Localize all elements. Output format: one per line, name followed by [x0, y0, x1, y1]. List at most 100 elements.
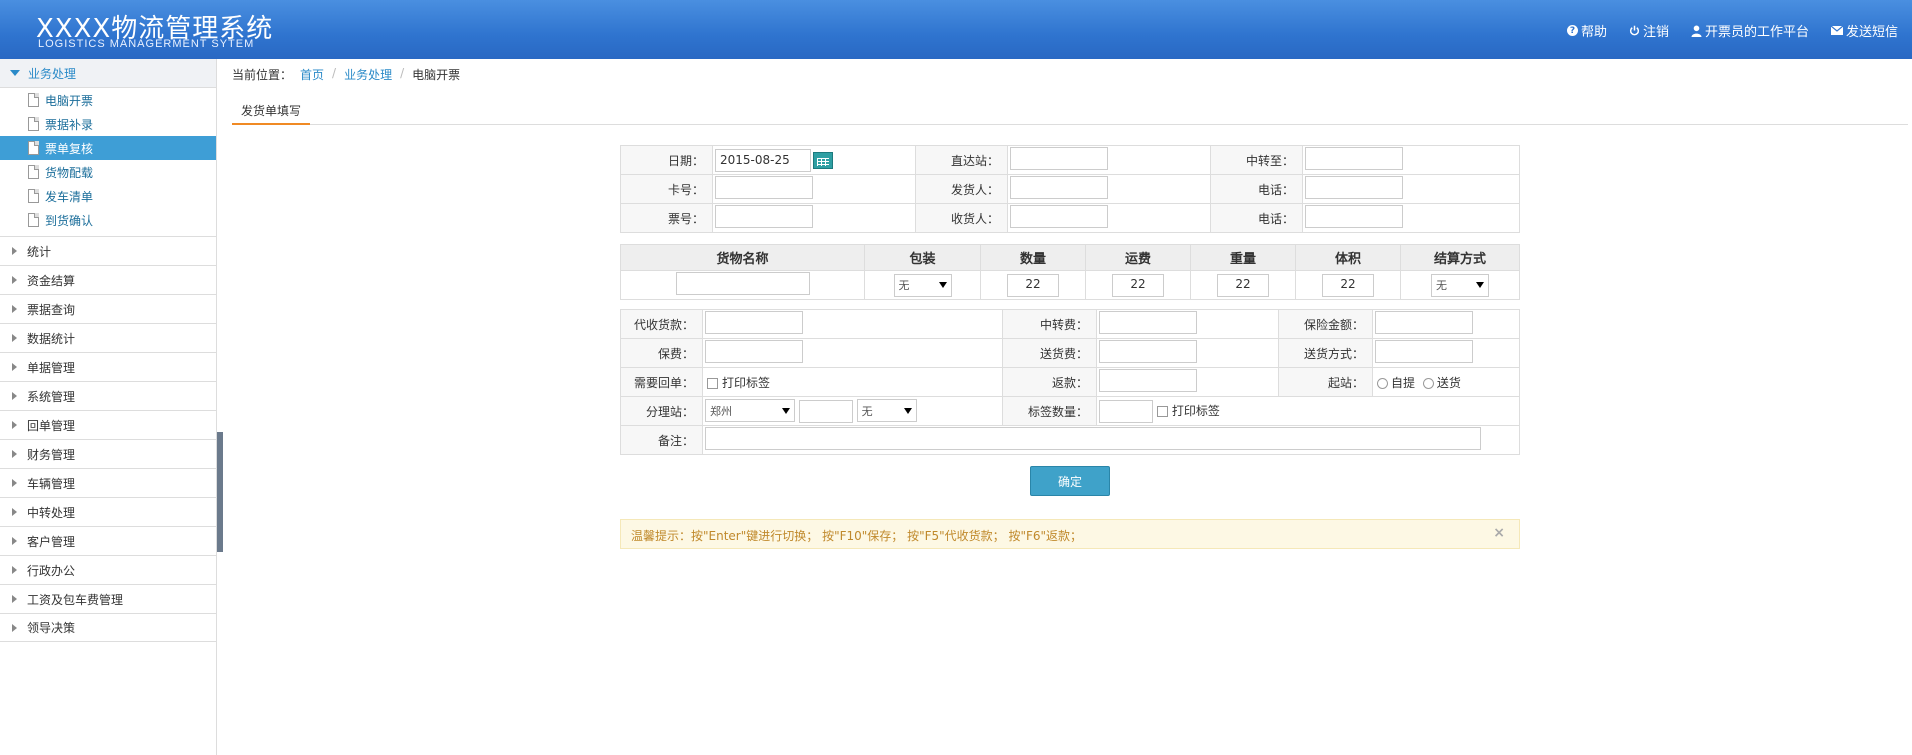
tip-alert: 温馨提示：按"Enter"键进行切换； 按"F10"保存； 按"F5"代收货款；… [620, 519, 1520, 549]
sidebar-item-cargo-loading[interactable]: 货物配载 [0, 160, 216, 184]
tab-shipping-form[interactable]: 发货单填写 [232, 95, 311, 125]
document-icon [28, 117, 39, 131]
insured-amount-input[interactable] [1375, 311, 1473, 334]
date-input[interactable]: 2015-08-25 [715, 148, 811, 172]
sidebar: 业务处理 电脑开票 票据补录 票单复核 货物配载 发车清单 到货确认 统计 资金… [0, 59, 217, 755]
logout-label: 注销 [1642, 25, 1669, 40]
sidebar-item-admin-office[interactable]: 行政办公 [0, 555, 216, 584]
sidebar-item-statistics[interactable]: 统计 [0, 236, 216, 265]
delivery-mode-label: 送货方式： [1278, 338, 1373, 368]
sidebar-item-bill-query[interactable]: 票据查询 [0, 294, 216, 323]
goods-name-input[interactable] [675, 272, 810, 295]
breadcrumb-section-link[interactable]: 业务处理 [344, 66, 392, 83]
chevron-right-icon [12, 479, 17, 487]
sidebar-item-label: 票单复核 [45, 141, 94, 156]
quantity-input[interactable]: 22 [1007, 273, 1059, 297]
sender-input[interactable] [1010, 176, 1108, 199]
sidebar-item-label: 车辆管理 [27, 476, 76, 491]
print-label-checkbox-2[interactable] [1156, 405, 1168, 417]
sidebar-collapse-handle[interactable] [217, 432, 223, 552]
insurance-fee-input[interactable] [705, 340, 803, 363]
basic-info-table: 日期： 2015-08-25 直达站： 中转至： 卡号： 发货人： 电话： 票号… [620, 145, 1520, 233]
branch-secondary-select[interactable]: 无 [856, 399, 917, 423]
remark-label: 备注： [620, 425, 703, 455]
branch-extra-input[interactable] [798, 399, 853, 423]
branch-station-select[interactable]: 郑州 [705, 399, 795, 423]
direct-station-input[interactable] [1010, 147, 1108, 170]
top-nav: ? 帮助 注销 开票员的工作平台 发送短信 [1566, 21, 1898, 40]
sidebar-item-document-mgmt[interactable]: 单据管理 [0, 352, 216, 381]
sidebar-item-leadership[interactable]: 领导决策 [0, 613, 216, 642]
sidebar-item-receipt-mgmt[interactable]: 回单管理 [0, 410, 216, 439]
card-input[interactable] [715, 176, 813, 199]
confirm-button[interactable]: 确定 [1030, 466, 1110, 496]
chevron-right-icon [12, 392, 17, 400]
freight-input[interactable]: 22 [1112, 273, 1164, 297]
sidebar-item-bill-review[interactable]: 票单复核 [0, 136, 216, 160]
receiver-phone-input[interactable] [1305, 205, 1403, 228]
chevron-right-icon [12, 508, 17, 516]
settlement-select-value: 无 [1436, 279, 1447, 292]
breadcrumb-home-link[interactable]: 首页 [300, 66, 324, 83]
sidebar-item-arrival-confirm[interactable]: 到货确认 [0, 208, 216, 232]
cod-input[interactable] [705, 311, 803, 334]
help-link[interactable]: ? 帮助 [1566, 21, 1607, 40]
package-select[interactable]: 无 [893, 273, 952, 297]
remark-input[interactable] [705, 427, 1481, 450]
tip-text: 温馨提示：按"Enter"键进行切换； 按"F10"保存； 按"F5"代收货款；… [631, 529, 1083, 543]
delivery-fee-label: 送货费： [1002, 338, 1097, 368]
sidebar-item-label: 工资及包车费管理 [27, 592, 124, 607]
sidebar-group-business[interactable]: 业务处理 [0, 59, 216, 88]
chevron-right-icon [12, 450, 17, 458]
close-icon[interactable]: × [1493, 525, 1505, 541]
sidebar-item-system-mgmt[interactable]: 系统管理 [0, 381, 216, 410]
receiver-input[interactable] [1010, 205, 1108, 228]
document-icon [28, 189, 39, 203]
label-count-input[interactable] [1099, 399, 1153, 423]
chevron-right-icon [12, 623, 17, 632]
sidebar-item-data-stats[interactable]: 数据统计 [0, 323, 216, 352]
workspace-link[interactable]: 开票员的工作平台 [1691, 21, 1809, 40]
self-pickup-text: 自提 [1391, 375, 1416, 390]
branch-station-label: 分理站： [620, 396, 703, 426]
print-label-checkbox[interactable] [707, 377, 718, 389]
self-pickup-radio[interactable] [1377, 377, 1388, 389]
sidebar-item-vehicle-mgmt[interactable]: 车辆管理 [0, 468, 216, 497]
calendar-icon[interactable] [813, 151, 833, 169]
sidebar-item-finance-mgmt[interactable]: 财务管理 [0, 439, 216, 468]
sender-phone-input[interactable] [1305, 176, 1403, 199]
delivery-fee-input[interactable] [1099, 340, 1197, 363]
sidebar-item-label: 系统管理 [27, 389, 76, 404]
chevron-right-icon [12, 595, 17, 603]
sidebar-item-departure-list[interactable]: 发车清单 [0, 184, 216, 208]
send-sms-label: 发送短信 [1845, 25, 1898, 40]
document-icon [28, 93, 39, 107]
logout-link[interactable]: 注销 [1629, 21, 1669, 40]
transfer-to-label: 中转至： [1210, 145, 1303, 175]
sidebar-item-computer-billing[interactable]: 电脑开票 [0, 88, 216, 112]
deliver-radio[interactable] [1422, 377, 1434, 389]
send-sms-link[interactable]: 发送短信 [1830, 21, 1898, 40]
sidebar-item-settlement[interactable]: 资金结算 [0, 265, 216, 294]
sidebar-item-label: 中转处理 [27, 505, 76, 520]
package-header: 包装 [864, 244, 981, 271]
rebate-input[interactable] [1099, 369, 1197, 392]
ticket-input[interactable] [715, 205, 813, 228]
sidebar-group-label: 业务处理 [28, 66, 77, 81]
sidebar-item-transfer[interactable]: 中转处理 [0, 497, 216, 526]
sidebar-item-label: 客户管理 [27, 534, 76, 549]
settlement-select[interactable]: 无 [1431, 273, 1489, 297]
sidebar-item-customer-mgmt[interactable]: 客户管理 [0, 526, 216, 555]
transfer-to-input[interactable] [1305, 147, 1403, 170]
sidebar-item-bill-supplement[interactable]: 票据补录 [0, 112, 216, 136]
transfer-fee-input[interactable] [1099, 311, 1197, 334]
weight-input[interactable]: 22 [1217, 273, 1269, 297]
chevron-right-icon [12, 537, 17, 545]
volume-input[interactable]: 22 [1322, 273, 1374, 297]
breadcrumb-current: 电脑开票 [412, 68, 461, 82]
branch-station-value: 郑州 [710, 404, 732, 418]
delivery-mode-input[interactable] [1375, 340, 1473, 363]
sidebar-item-label: 回单管理 [27, 418, 76, 433]
sidebar-item-label: 电脑开票 [45, 93, 94, 108]
sidebar-item-salary[interactable]: 工资及包车费管理 [0, 584, 216, 613]
